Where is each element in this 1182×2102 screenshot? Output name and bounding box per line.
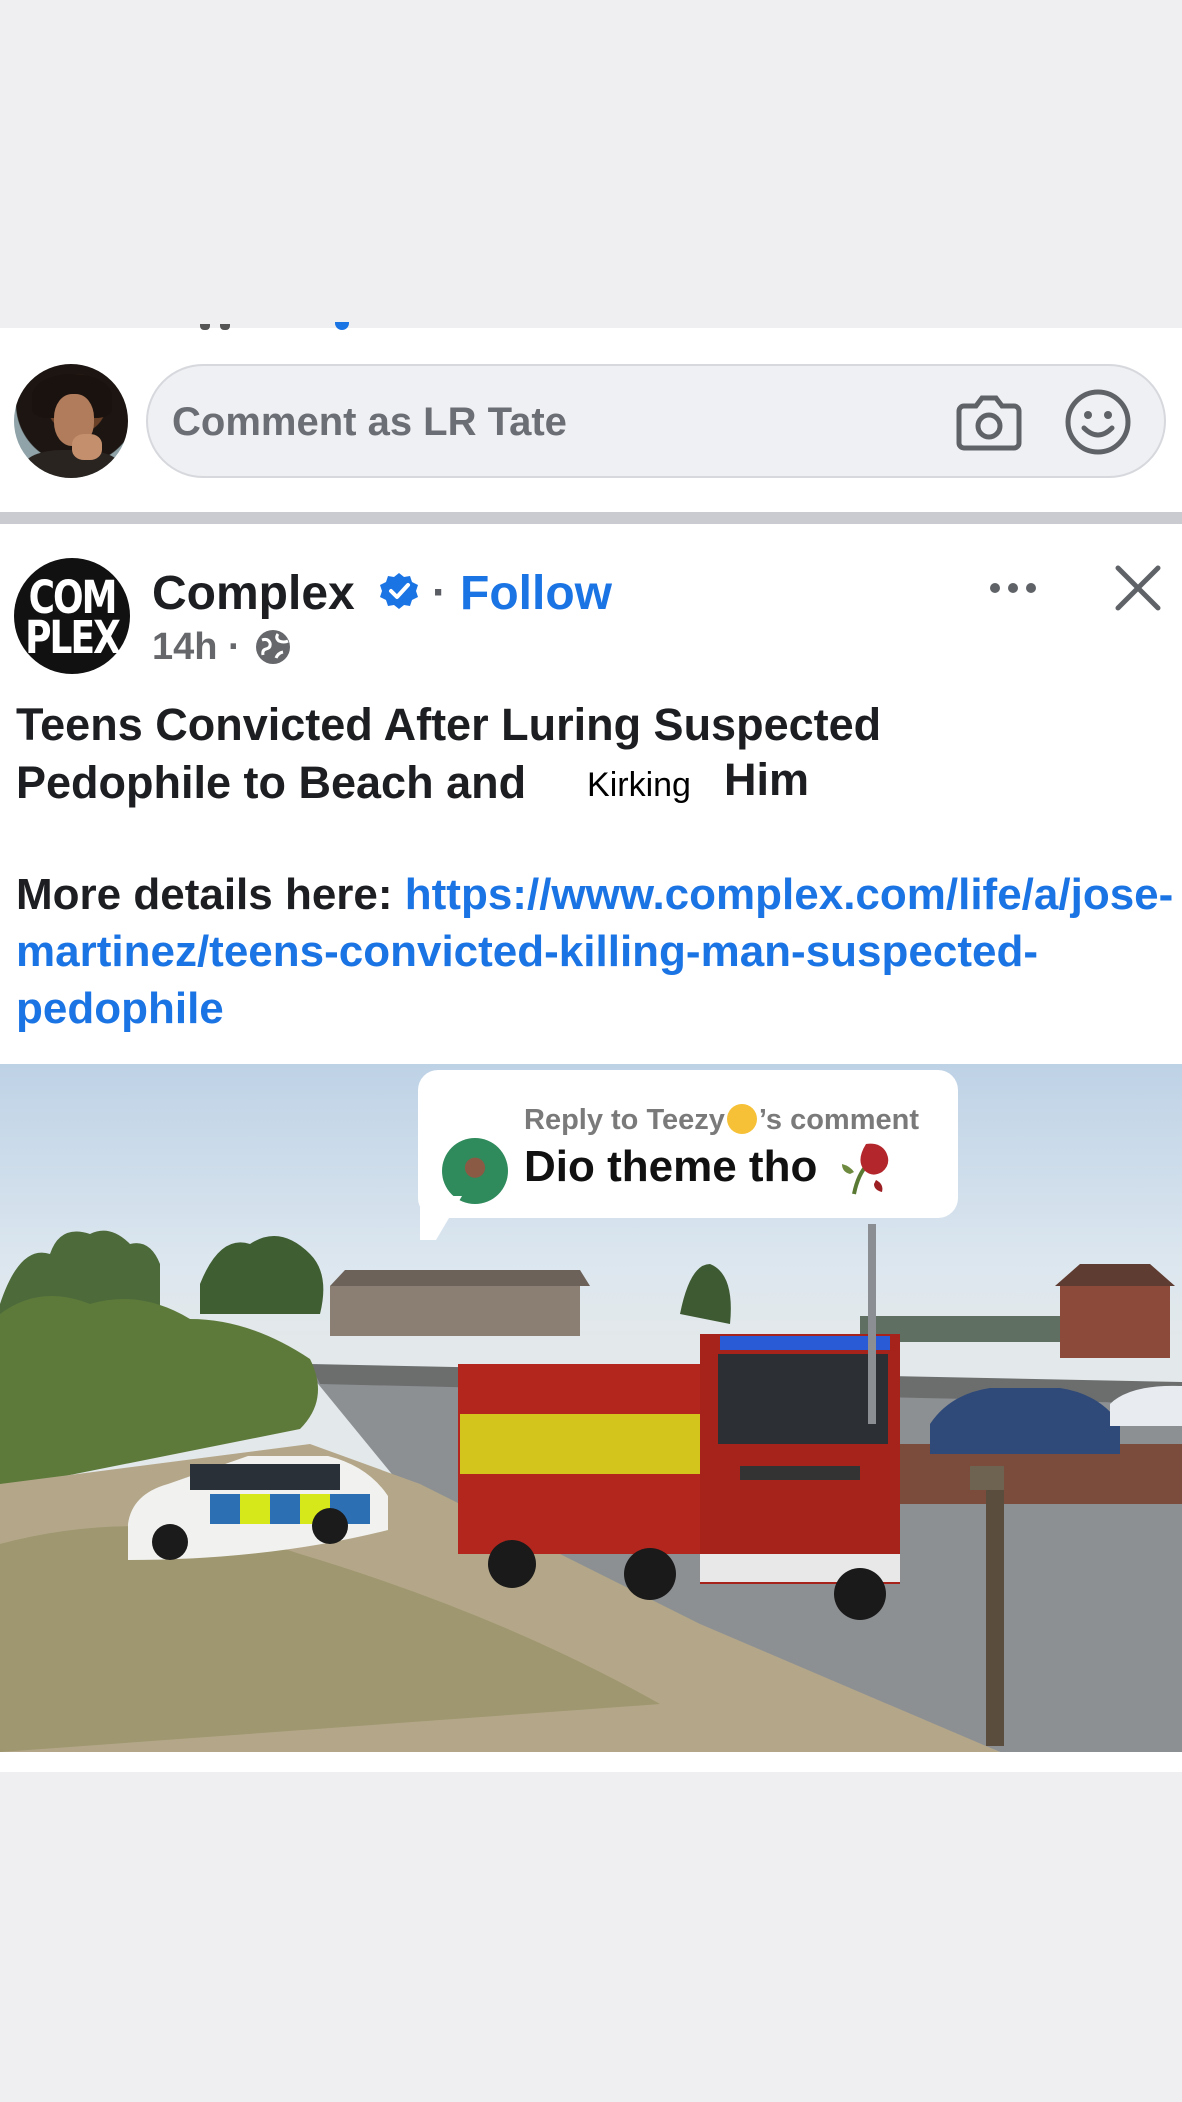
- camera-icon[interactable]: [956, 392, 1022, 452]
- rose-icon: [842, 1143, 889, 1195]
- smile-icon[interactable]: [1064, 388, 1132, 456]
- close-icon[interactable]: [1112, 562, 1164, 614]
- page-avatar[interactable]: COM PLEX: [14, 558, 130, 674]
- overlay-word-sticker: Kirking: [576, 760, 702, 810]
- comment-input[interactable]: Comment as LR Tate: [146, 364, 1166, 478]
- post-headline: Teens Convicted After Luring Suspected P…: [16, 699, 882, 808]
- more-icon[interactable]: [988, 580, 1038, 596]
- follow-button[interactable]: Follow: [460, 566, 612, 621]
- user-avatar[interactable]: [14, 364, 128, 478]
- reply-avatar: [442, 1138, 508, 1204]
- top-blank-area: [0, 0, 1182, 328]
- post-details: More details here: https://www.complex.c…: [16, 866, 1176, 1037]
- truncated-previous-comment: [180, 318, 400, 332]
- globe-icon: [256, 630, 290, 664]
- section-divider: [0, 512, 1182, 524]
- reply-card-tail: [420, 1196, 462, 1240]
- reply-comment-card[interactable]: Reply to Teezy’s comment Dio theme tho: [418, 1070, 958, 1218]
- reply-text: Dio theme tho: [524, 1142, 818, 1191]
- details-label: More details here:: [16, 870, 405, 919]
- verified-icon: [380, 573, 418, 609]
- emoji-face-icon: [726, 1104, 757, 1134]
- name-separator: ·: [432, 568, 447, 617]
- page-name[interactable]: Complex: [152, 566, 355, 621]
- post-timestamp[interactable]: 14h ·: [152, 626, 241, 669]
- reply-label: Reply to Teezy’s comment: [524, 1104, 919, 1136]
- comment-placeholder: Comment as LR Tate: [172, 400, 567, 444]
- headline-end-word: Him: [724, 754, 810, 805]
